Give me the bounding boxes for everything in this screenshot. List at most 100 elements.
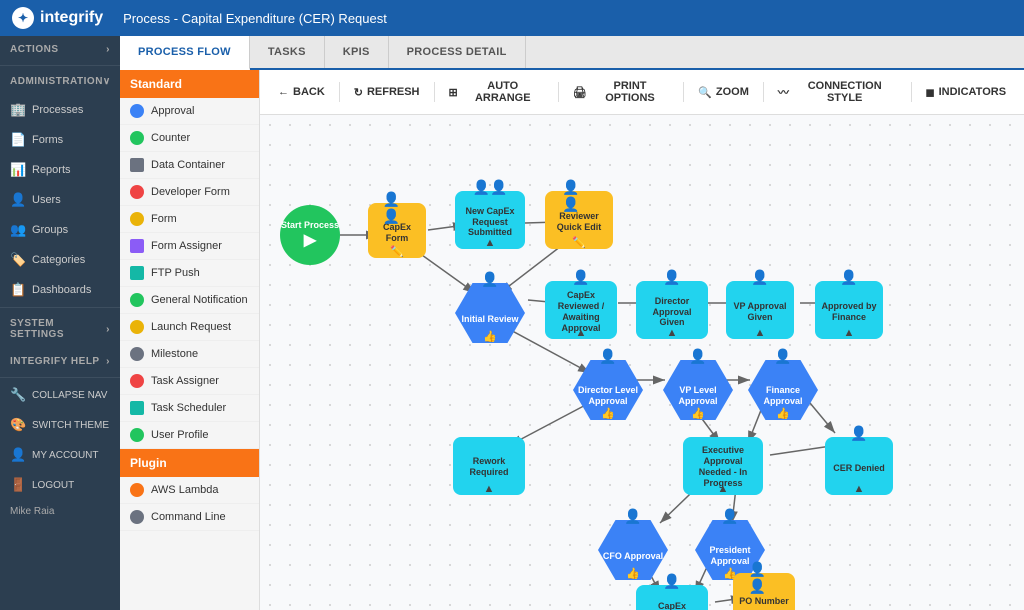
- vp-approval-given-label: VP Approval Given: [732, 301, 788, 323]
- sidebar-section-administration[interactable]: ADMINISTRATION ∨: [0, 68, 120, 95]
- cfo-thumb: 👍: [626, 567, 640, 580]
- indicators-button[interactable]: ◼ INDICATORS: [917, 82, 1014, 103]
- indicators-label: INDICATORS: [939, 86, 1006, 98]
- sidebar-section-actions[interactable]: ACTIONS ›: [0, 36, 120, 63]
- sidebar-item-groups[interactable]: 👥 Groups: [0, 215, 120, 245]
- connection-style-button[interactable]: 〰 CONNECTION STYLE: [770, 76, 905, 108]
- refresh-button[interactable]: ↻ REFRESH: [346, 82, 428, 103]
- approval-label: Approval: [151, 105, 194, 117]
- sidebar-item-processes[interactable]: 🏢 Processes: [0, 95, 120, 125]
- sidebar-item-dashboards[interactable]: 📋 Dashboards: [0, 275, 120, 305]
- sidebar-my-account[interactable]: 👤 MY ACCOUNT: [0, 440, 120, 470]
- tab-process-detail[interactable]: PROCESS DETAIL: [389, 36, 526, 68]
- director-level-label: Director Level Approval: [573, 385, 643, 407]
- node-new-capex[interactable]: 👤👤 New CapEx Request Submitted ▲: [455, 191, 525, 249]
- counter-icon: [130, 131, 144, 145]
- sep4: [683, 82, 684, 102]
- logo[interactable]: ✦ integrify: [12, 7, 103, 29]
- sidebar-item-reports[interactable]: 📊 Reports: [0, 155, 120, 185]
- zoom-icon: 🔍: [698, 86, 712, 99]
- node-cfo-approval[interactable]: 👤 CFO Approval 👍: [598, 520, 668, 580]
- capex-reviewed-avatar: 👤: [572, 269, 589, 286]
- sep6: [911, 82, 912, 102]
- panel-item-milestone[interactable]: Milestone: [120, 341, 259, 368]
- sidebar-collapse-nav[interactable]: 🔧 COLLAPSE NAV: [0, 380, 120, 410]
- panel-item-form-assigner[interactable]: Form Assigner: [120, 233, 259, 260]
- panel-item-general-notification[interactable]: General Notification: [120, 287, 259, 314]
- node-executive-approval[interactable]: Executive Approval Needed - In Progress …: [683, 437, 763, 495]
- panel-item-task-assigner[interactable]: Task Assigner: [120, 368, 259, 395]
- panel-item-launch-request[interactable]: Launch Request: [120, 314, 259, 341]
- node-director-approval-given[interactable]: 👤 Director Approval Given ▲: [636, 281, 708, 339]
- node-director-level[interactable]: 👤 Director Level Approval 👍: [573, 360, 643, 420]
- new-capex-avatar: 👤👤: [473, 179, 508, 196]
- task-scheduler-label: Task Scheduler: [151, 402, 226, 414]
- developer-form-icon: [130, 185, 144, 199]
- panel-item-form[interactable]: Form: [120, 206, 259, 233]
- sep5: [763, 82, 764, 102]
- launch-request-icon: [130, 320, 144, 334]
- initial-review-thumb: 👍: [483, 330, 497, 343]
- sidebar-item-categories[interactable]: 🏷️ Categories: [0, 245, 120, 275]
- node-capex-approved[interactable]: 👤 CapEx Approved ▲: [636, 585, 708, 610]
- node-vp-approval-given[interactable]: 👤 VP Approval Given ▲: [726, 281, 794, 339]
- print-options-button[interactable]: 🖨 PRINT OPTIONS: [565, 76, 677, 108]
- general-notification-label: General Notification: [151, 294, 248, 306]
- panel-item-ftp-push[interactable]: FTP Push: [120, 260, 259, 287]
- milestone-icon: [130, 347, 144, 361]
- panel-item-command-line[interactable]: Command Line: [120, 504, 259, 531]
- tab-process-flow[interactable]: PROCESS FLOW: [120, 36, 250, 70]
- panel-item-task-scheduler[interactable]: Task Scheduler: [120, 395, 259, 422]
- back-icon: ←: [278, 86, 289, 98]
- data-container-icon: [130, 158, 144, 172]
- panel-item-approval[interactable]: Approval: [120, 98, 259, 125]
- node-finance-approval[interactable]: 👤 Finance Approval 👍: [748, 360, 818, 420]
- node-initial-review[interactable]: 👤 Initial Review 👍: [455, 283, 525, 343]
- sidebar-item-forms[interactable]: 📄 Forms: [0, 125, 120, 155]
- logout-label: LOGOUT: [32, 480, 74, 491]
- command-line-icon: [130, 510, 144, 524]
- ftp-push-icon: [130, 266, 144, 280]
- node-capex-reviewed[interactable]: 👤 CapEx Reviewed / Awaiting Approval ▲: [545, 281, 617, 339]
- vp-given-triangle: ▲: [755, 327, 766, 339]
- tab-tasks[interactable]: TASKS: [250, 36, 325, 68]
- panel-item-data-container[interactable]: Data Container: [120, 152, 259, 179]
- sidebar-logout[interactable]: 🚪 LOGOUT: [0, 470, 120, 500]
- po-number-avatar: 👤👤: [749, 561, 780, 595]
- capex-form-pencil: ✏️: [390, 245, 404, 258]
- sidebar-section-system[interactable]: SYSTEM SETTINGS ›: [0, 310, 120, 348]
- node-reviewer-quick[interactable]: 👤👤 Reviewer Quick Edit ✏️: [545, 191, 613, 249]
- sidebar-switch-theme[interactable]: 🎨 SWITCH THEME: [0, 410, 120, 440]
- rework-triangle: ▲: [484, 483, 495, 495]
- tab-kpis[interactable]: KPIS: [325, 36, 389, 68]
- panel-item-aws-lambda[interactable]: AWS Lambda: [120, 477, 259, 504]
- node-vp-level[interactable]: 👤 VP Level Approval 👍: [663, 360, 733, 420]
- right-content: PROCESS FLOW TASKS KPIS PROCESS DETAIL S…: [120, 36, 1024, 610]
- panel-item-developer-form[interactable]: Developer Form: [120, 179, 259, 206]
- auto-arrange-button[interactable]: ⊞ AUTO ARRANGE: [440, 76, 551, 108]
- node-po-number[interactable]: 👤👤 PO Number: [733, 573, 795, 610]
- milestone-label: Milestone: [151, 348, 198, 360]
- switch-theme-label: SWITCH THEME: [32, 420, 109, 431]
- vp-level-thumb: 👍: [691, 407, 705, 420]
- form-assigner-label: Form Assigner: [151, 240, 222, 252]
- back-button[interactable]: ← BACK: [270, 82, 333, 102]
- panel-item-counter[interactable]: Counter: [120, 125, 259, 152]
- flow-toolbar: ← BACK ↻ REFRESH ⊞ AUTO ARRANGE: [260, 70, 1024, 115]
- node-approved-by-finance[interactable]: 👤 Approved by Finance ▲: [815, 281, 883, 339]
- node-capex-form[interactable]: 👤👤 CapEx Form ✏️: [368, 203, 426, 258]
- auto-arrange-label: AUTO ARRANGE: [462, 80, 544, 104]
- panel-section-plugin: Plugin: [120, 449, 259, 477]
- sep2: [434, 82, 435, 102]
- node-rework-required[interactable]: Rework Required ▲: [453, 437, 525, 495]
- zoom-button[interactable]: 🔍 ZOOM: [690, 82, 757, 103]
- flow-diagram-area[interactable]: Start Process ▶ 👤👤 CapEx Form ✏️: [260, 115, 1024, 610]
- sidebar-section-help[interactable]: INTEGRIFY HELP ›: [0, 348, 120, 375]
- vp-given-avatar: 👤: [751, 269, 768, 286]
- cer-denied-label: CER Denied: [833, 463, 885, 474]
- launch-request-label: Launch Request: [151, 321, 231, 333]
- node-cer-denied[interactable]: 👤 CER Denied ▲: [825, 437, 893, 495]
- reviewer-quick-pencil: ✏️: [572, 236, 586, 249]
- sidebar-item-users[interactable]: 👤 Users: [0, 185, 120, 215]
- panel-item-user-profile[interactable]: User Profile: [120, 422, 259, 449]
